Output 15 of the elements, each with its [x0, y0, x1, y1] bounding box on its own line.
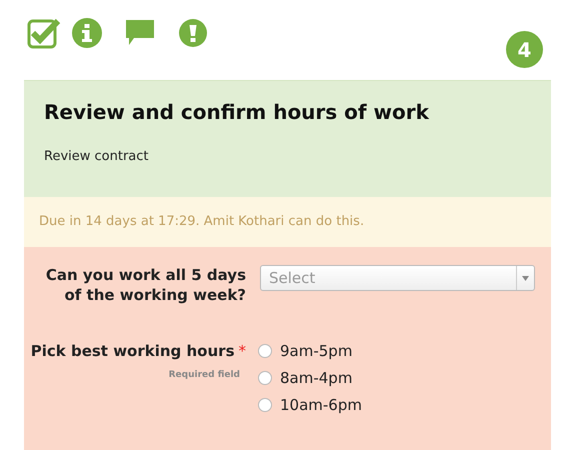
hint-text: Required field [168, 369, 240, 382]
radio-option[interactable]: 10am-6pm [258, 395, 362, 415]
info-icon[interactable] [72, 18, 102, 48]
exclamation-icon[interactable] [178, 18, 208, 48]
task-title: Review and confirm hours of work [44, 99, 430, 126]
question-label: Pick best working hours * [30, 341, 246, 361]
step-badge: 4 [506, 31, 543, 68]
radio-option[interactable]: 9am-5pm [258, 341, 362, 361]
task-subtitle: Review contract [44, 148, 150, 166]
radio-option[interactable]: 8am-4pm [258, 368, 362, 388]
due-notice: Due in 14 days at 17:29. Amit Kothari can do this. [24, 197, 551, 247]
question-label: Can you work all 5 days of the working week? [44, 265, 246, 305]
checkbox-tick-icon[interactable] [26, 16, 62, 50]
caret-icon [522, 276, 529, 280]
select-placeholder: Select [268, 268, 316, 289]
